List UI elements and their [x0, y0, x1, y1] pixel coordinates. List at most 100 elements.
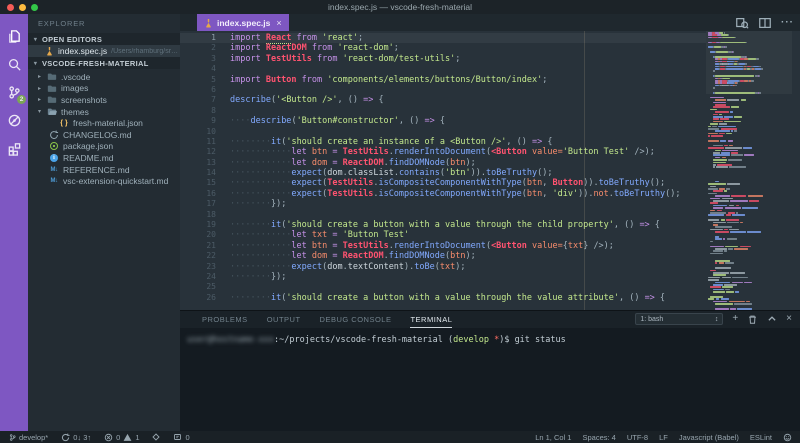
code-line[interactable]: 2 import ReactDOM from 'react-dom';: [180, 43, 706, 53]
code-area[interactable]: 1 import React from 'react'; 2 import React…: [180, 31, 706, 310]
code-line[interactable]: 9 ····describe('Button#constructor', () =…: [180, 116, 706, 126]
open-editors-header[interactable]: ▾ OPEN EDITORS: [28, 33, 180, 45]
status-cursor-position[interactable]: Ln 1, Col 1: [535, 433, 571, 442]
panel-tab-debug-console[interactable]: DEBUG CONSOLE: [320, 311, 392, 328]
more-actions-button[interactable]: ···: [781, 17, 794, 28]
status-feedback[interactable]: [783, 433, 792, 442]
code-line[interactable]: 26 ········it('should create a button wit…: [180, 293, 706, 303]
editor-tab-index.spec.js[interactable]: index.spec.js ×: [197, 14, 289, 31]
status-eslint-status[interactable]: ESLint: [750, 433, 772, 442]
tab-close-icon[interactable]: ×: [276, 18, 281, 28]
tree-item-changelog-md[interactable]: CHANGELOG.md: [28, 129, 180, 141]
chevron-right-icon: ▸: [37, 85, 41, 92]
code-line[interactable]: 3 import TestUtils from 'react-dom/test-u…: [180, 54, 706, 64]
activity-item-explorer[interactable]: [0, 22, 28, 50]
kill-terminal-button[interactable]: [747, 314, 758, 325]
status-eol[interactable]: LF: [659, 433, 668, 442]
panel-tab-problems[interactable]: PROBLEMS: [202, 311, 248, 328]
activity-item-search[interactable]: [0, 50, 28, 78]
title-bar[interactable]: index.spec.js — vscode-fresh-material: [0, 0, 800, 14]
status-language-mode[interactable]: Javascript (Babel): [679, 433, 739, 442]
code-line[interactable]: 24 ········});: [180, 272, 706, 282]
tree-item-readme-md[interactable]: i README.md: [28, 152, 180, 164]
code-line[interactable]: 8: [180, 106, 706, 116]
status-indentation[interactable]: Spaces: 4: [582, 433, 615, 442]
code-line[interactable]: 14 ············expect(dom.classList.conta…: [180, 168, 706, 178]
tree-item-themes[interactable]: ▾ themes: [28, 106, 180, 118]
status-label: ESLint: [749, 432, 772, 442]
status-misc-status-1[interactable]: [152, 433, 161, 441]
tree-item-images[interactable]: ▸ images: [28, 83, 180, 95]
chevron-up-icon: [767, 314, 777, 324]
warning-icon: [123, 433, 132, 442]
terminal-branch: develop: [453, 335, 489, 345]
open-editor-item[interactable]: index.spec.js/Users/rhamburg/src/gpe-ser…: [28, 45, 180, 57]
code-line-text: ········});: [230, 199, 287, 210]
code-line[interactable]: 23 ············expect(dom.textContent).to…: [180, 262, 706, 272]
code-line[interactable]: 4: [180, 64, 706, 74]
code-line[interactable]: 5 import Button from 'components/elements…: [180, 75, 706, 85]
tree-item-fresh-material-json[interactable]: { } fresh-material.json: [28, 117, 180, 129]
status-label: 0↓ 3↑: [73, 432, 92, 442]
line-number: 18: [206, 209, 216, 219]
folder-icon: [47, 83, 57, 93]
tree-item-reference-md[interactable]: M↓ REFERENCE.md: [28, 164, 180, 176]
workspace-folder-header[interactable]: ▾ VSCODE-FRESH-MATERIAL: [28, 57, 180, 69]
line-number: 26: [206, 292, 216, 302]
maximize-panel-button[interactable]: [767, 314, 777, 324]
code-line[interactable]: 18: [180, 210, 706, 220]
status-encoding[interactable]: UTF-8: [627, 433, 648, 442]
panel-tab-output[interactable]: OUTPUT: [267, 311, 301, 328]
activity-item-source-control[interactable]: 2: [0, 78, 28, 106]
tree-item--vscode[interactable]: ▸ .vscode: [28, 71, 180, 83]
panel-tab-terminal[interactable]: TERMINAL: [410, 311, 453, 328]
open-preview-button[interactable]: [735, 16, 749, 30]
open-editors-label: OPEN EDITORS: [42, 34, 103, 44]
code-line[interactable]: 22 ············let dom = ReactDOM.findDOM…: [180, 251, 706, 261]
code-line[interactable]: 21 ············let btn = TestUtils.render…: [180, 241, 706, 251]
terminal-dirty-marker: *: [488, 335, 500, 345]
tree-item-screenshots[interactable]: ▸ screenshots: [28, 94, 180, 106]
code-line[interactable]: 13 ············let dom = ReactDOM.findDOM…: [180, 158, 706, 168]
close-panel-button[interactable]: ×: [786, 313, 792, 325]
line-number: 11: [206, 136, 216, 146]
terminal-select[interactable]: 1: bash ↕: [635, 313, 724, 325]
box-icon: [173, 433, 182, 441]
chevron-down-icon: ▾: [33, 36, 38, 43]
line-number: 25: [206, 282, 216, 292]
tree-item-package-json[interactable]: package.json: [28, 141, 180, 153]
code-line[interactable]: 15 ············expect(TestUtils.isComposi…: [180, 178, 706, 188]
activity-item-extensions[interactable]: [0, 134, 28, 162]
new-terminal-button[interactable]: +: [732, 313, 738, 325]
editor-tab-bar: index.spec.js × ···: [180, 14, 800, 31]
code-line[interactable]: 25: [180, 282, 706, 292]
tree-item-vsc-extension-quickstart-md[interactable]: M↓ vsc-extension-quickstart.md: [28, 175, 180, 187]
code-line[interactable]: 10: [180, 127, 706, 137]
line-number: 10: [206, 126, 216, 136]
line-number: 1: [211, 33, 216, 42]
code-line[interactable]: 6: [180, 85, 706, 95]
status-bar: develop* 0↓ 3↑ 0 1 0 Ln 1, Col 1 Spaces: 4 UTF…: [0, 431, 800, 443]
code-line-text: ············let btn = TestUtils.renderIn…: [230, 147, 655, 158]
status-misc-status-2[interactable]: 0: [173, 433, 190, 442]
terminal[interactable]: user@hostname-xxx:~/projects/vscode-fres…: [180, 328, 800, 345]
code-line[interactable]: 12 ············let btn = TestUtils.render…: [180, 147, 706, 157]
status-problems-status[interactable]: 01: [104, 433, 139, 442]
tree-item-label: package.json: [63, 141, 114, 152]
status-sync-status[interactable]: 0↓ 3↑: [61, 433, 91, 442]
tree-item-label: images: [61, 83, 89, 94]
code-line[interactable]: 11 ········it('should create an instance …: [180, 137, 706, 147]
split-editor-button[interactable]: [758, 16, 772, 30]
code-line[interactable]: 17 ········});: [180, 199, 706, 209]
code-line[interactable]: 16 ············expect(TestUtils.isComposi…: [180, 189, 706, 199]
flask-icon: [44, 46, 54, 56]
code-line[interactable]: 1 import React from 'react';: [180, 33, 706, 44]
code-line[interactable]: 7 describe('<Button />', () => {: [180, 95, 706, 105]
code-line[interactable]: 19 ········it('should create a button wit…: [180, 220, 706, 230]
minimap[interactable]: [706, 31, 792, 310]
code-line[interactable]: 20 ············let txt = 'Button Test': [180, 230, 706, 240]
code-editor[interactable]: 1 import React from 'react'; 2 import React…: [180, 31, 800, 310]
status-git-branch-status[interactable]: develop*: [9, 433, 48, 442]
activity-item-debug[interactable]: [0, 106, 28, 134]
code-line-text: ············expect(TestUtils.isComposite…: [230, 188, 681, 199]
